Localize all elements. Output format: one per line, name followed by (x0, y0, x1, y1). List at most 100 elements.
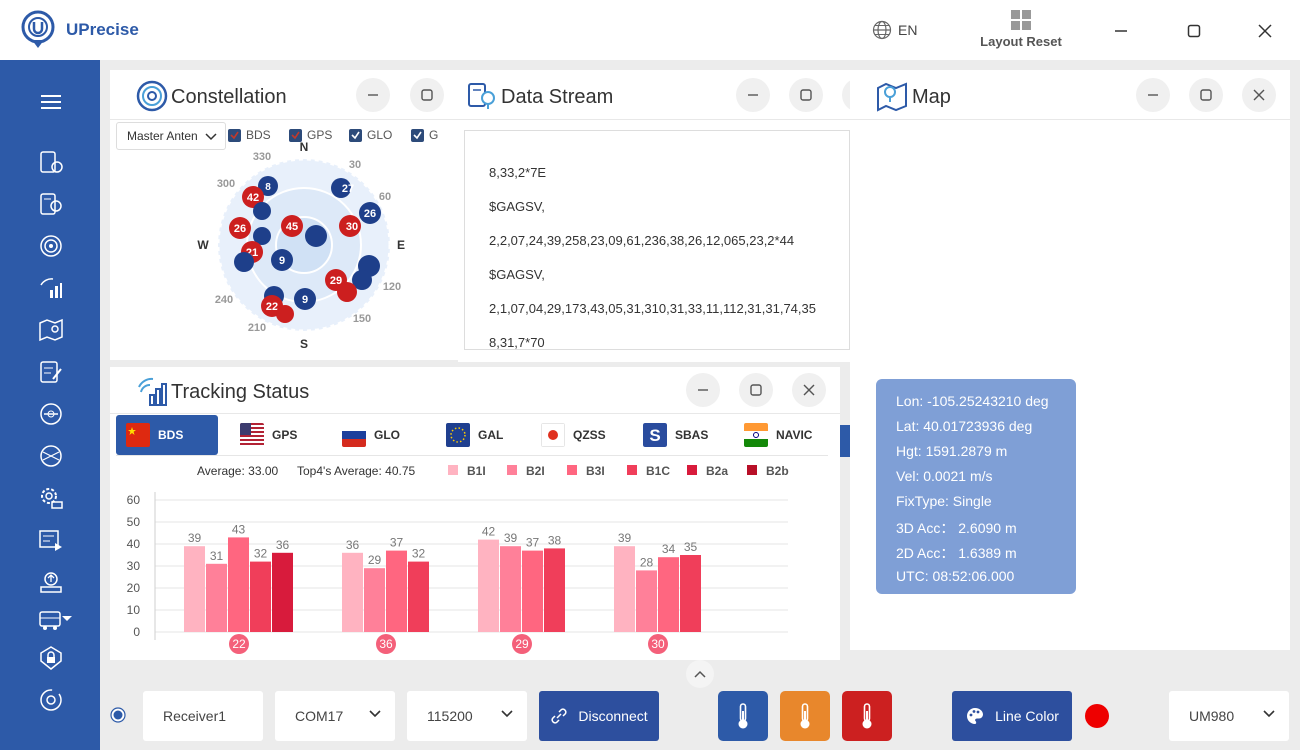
tab-gps[interactable]: GPS (230, 415, 320, 455)
data-stream-line: 8,31,7*70 (489, 335, 545, 350)
baud-rate-select[interactable]: 115200 (407, 691, 527, 741)
line-color-button[interactable]: Line Color (952, 691, 1072, 741)
info-2d-acc: 2D Acc： 1.6389 m (896, 545, 1017, 561)
collapse-panel-button[interactable] (686, 660, 714, 688)
tab-qzss[interactable]: QZSS (531, 415, 621, 455)
temperature-mid-button[interactable] (780, 691, 830, 741)
y-tick-label: 0 (133, 625, 140, 639)
upload-firmware-icon[interactable] (38, 569, 64, 595)
tab-glo[interactable]: GLO (332, 415, 422, 455)
constellation-maximize-button[interactable] (410, 78, 444, 112)
layout-reset-label: Layout Reset (980, 34, 1062, 49)
data-stream-line: 8,33,2*7E (489, 165, 547, 180)
tab-sbas[interactable]: S SBAS (633, 415, 723, 455)
skyview-icon[interactable] (38, 443, 64, 469)
device-model-select[interactable]: UM980 (1169, 691, 1289, 741)
com-port-select[interactable]: COM17 (275, 691, 395, 741)
data-stream-icon[interactable] (38, 191, 64, 217)
uprecise-logo-icon (21, 10, 55, 48)
bar-value-label: 38 (548, 533, 562, 547)
receiver-config-icon[interactable] (38, 149, 64, 175)
y-tick-label: 20 (127, 581, 141, 595)
tracking-minimize-button[interactable] (686, 373, 720, 407)
satellite-filter-icon[interactable] (38, 401, 64, 427)
thermometer-icon (800, 703, 810, 729)
chevron-down-icon (369, 710, 381, 718)
receiver-name-field[interactable]: Receiver1 (143, 691, 263, 741)
constellation-title: Constellation (171, 86, 287, 108)
data-stream-title-icon (468, 83, 495, 109)
chevron-up-icon (694, 670, 706, 678)
tab-bds[interactable]: BDS (116, 415, 218, 455)
legend-swatch (507, 465, 517, 475)
degree-label: 60 (379, 191, 391, 203)
window-minimize-button[interactable] (1110, 20, 1132, 42)
tracking-maximize-button[interactable] (739, 373, 773, 407)
palette-icon (967, 708, 984, 724)
data-stream-maximize-button[interactable] (789, 78, 823, 112)
tab-gal[interactable]: GAL (436, 415, 526, 455)
data-stream-minimize-button[interactable] (736, 78, 770, 112)
bar (364, 568, 385, 632)
data-stream-text-area[interactable]: 8,33,2*7E $GAGSV, 2,2,07,24,39,258,23,09… (464, 130, 850, 350)
disconnect-button[interactable]: Disconnect (539, 691, 659, 741)
language-selector[interactable]: EN (872, 20, 917, 40)
temperature-high-button[interactable] (842, 691, 892, 741)
constellation-icon[interactable] (38, 233, 64, 259)
svg-text:S: S (649, 426, 660, 445)
constellation-title-icon (136, 80, 168, 112)
antenna-select-value: Master Anten (127, 129, 198, 143)
layout-reset-button[interactable]: Layout Reset (974, 10, 1068, 49)
bar (250, 561, 271, 632)
bar (522, 550, 543, 632)
info-lat: Lat: 40.01723936 deg (896, 418, 1033, 434)
vehicle-dropdown-icon[interactable] (38, 607, 72, 633)
security-lock-icon[interactable] (38, 645, 64, 671)
info-lon: Lon: -105.25243210 deg (896, 393, 1049, 409)
bar (206, 563, 227, 632)
bar (500, 546, 521, 632)
map-close-button[interactable] (1242, 78, 1276, 112)
filter-gal-label: G (429, 128, 439, 142)
data-record-icon[interactable] (38, 527, 64, 553)
app-name: UPrecise (66, 20, 139, 39)
window-close-button[interactable] (1254, 20, 1276, 42)
baud-rate-value: 115200 (427, 708, 473, 724)
temperature-low-button[interactable] (718, 691, 768, 741)
tracking-close-button[interactable] (792, 373, 826, 407)
settings-gear-icon[interactable] (38, 485, 64, 511)
log-edit-icon[interactable] (38, 359, 64, 385)
svg-text:26: 26 (364, 208, 376, 220)
position-info-card: Lon: -105.25243210 deg Lat: 40.01723936 … (876, 379, 1076, 594)
y-tick-label: 40 (127, 537, 141, 551)
bar-value-label: 43 (232, 522, 246, 536)
map-maximize-button[interactable] (1189, 78, 1223, 112)
svg-text:9: 9 (302, 294, 308, 306)
bar (614, 546, 635, 632)
map-minimize-button[interactable] (1136, 78, 1170, 112)
eu-flag-icon (446, 423, 470, 447)
map-icon[interactable] (38, 317, 64, 343)
sidebar (0, 60, 100, 750)
connection-radio[interactable] (110, 707, 126, 723)
line-color-label: Line Color (995, 708, 1059, 724)
hamburger-menu-icon[interactable] (39, 92, 63, 112)
constellation-minimize-button[interactable] (356, 78, 390, 112)
hidden-tab-overflow[interactable] (840, 425, 850, 457)
bar (636, 570, 657, 632)
refresh-settings-icon[interactable] (38, 687, 64, 713)
legend-label: B3I (586, 464, 605, 478)
tab-navic-label: NAVIC (776, 428, 813, 442)
thermometer-icon (862, 703, 872, 729)
tracking-status-icon[interactable] (38, 275, 64, 301)
tab-navic[interactable]: NAVIC (734, 415, 830, 455)
legend-swatch (687, 465, 697, 475)
bar (342, 552, 363, 632)
x-category-label: 22 (232, 637, 246, 651)
svg-text:22: 22 (266, 301, 278, 313)
degree-label: 210 (248, 322, 266, 334)
window-maximize-button[interactable] (1183, 20, 1205, 42)
data-stream-line: 2,1,07,04,29,173,43,05,31,310,31,33,11,1… (489, 301, 816, 316)
com-port-value: COM17 (295, 708, 344, 724)
bar-value-label: 37 (526, 536, 540, 550)
